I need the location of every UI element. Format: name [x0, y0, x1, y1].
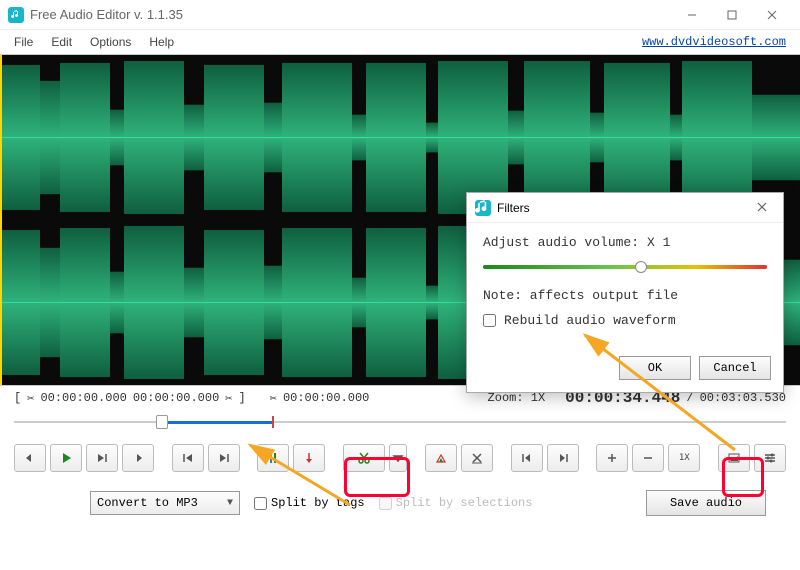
total-time: 00:03:03.530	[700, 391, 786, 405]
titlebar: Free Audio Editor v. 1.1.35	[0, 0, 800, 30]
seek-thumb[interactable]	[156, 415, 168, 429]
site-link[interactable]: www.dvdvideosoft.com	[642, 35, 786, 49]
menu-edit[interactable]: Edit	[43, 33, 80, 51]
delete-button[interactable]	[461, 444, 493, 472]
image-button[interactable]	[718, 444, 750, 472]
crop-button[interactable]	[425, 444, 457, 472]
filters-note: Note: affects output file	[483, 288, 678, 303]
play-selection-button[interactable]	[86, 444, 118, 472]
selection-end-bracket: ]	[239, 391, 246, 405]
selection-start-bracket: [	[14, 391, 21, 405]
menu-help[interactable]: Help	[141, 33, 182, 51]
scissors-icon: ✂	[270, 391, 277, 406]
skip-back-button[interactable]	[172, 444, 204, 472]
seek-slider[interactable]	[14, 412, 786, 432]
zoom-out-button[interactable]	[632, 444, 664, 472]
split-by-selections-input	[379, 497, 392, 510]
rewind-button[interactable]	[14, 444, 46, 472]
volume-label: Adjust audio volume:	[483, 235, 639, 250]
filters-cancel-button[interactable]: Cancel	[699, 356, 771, 380]
rebuild-waveform-checkbox[interactable]: Rebuild audio waveform	[483, 313, 767, 328]
cursor-time: 00:00:00.000	[283, 391, 369, 405]
play-button[interactable]	[50, 444, 82, 472]
menu-options[interactable]: Options	[82, 33, 139, 51]
zoom-in-button[interactable]	[596, 444, 628, 472]
menu-file[interactable]: File	[6, 33, 41, 51]
go-start-button[interactable]	[511, 444, 543, 472]
convert-format-select[interactable]: Convert to MP3 ▼	[90, 491, 240, 515]
cut-dropdown-button[interactable]	[389, 444, 407, 472]
close-button[interactable]	[752, 1, 792, 29]
minimize-button[interactable]	[672, 1, 712, 29]
zoom-label: Zoom: 1X	[488, 391, 546, 405]
playhead[interactable]	[0, 55, 2, 385]
convert-format-label: Convert to MP3	[97, 496, 198, 510]
maximize-button[interactable]	[712, 1, 752, 29]
filters-title: Filters	[497, 201, 530, 215]
skip-forward-button[interactable]	[208, 444, 240, 472]
go-end-button[interactable]	[547, 444, 579, 472]
scissors-icon: ✂	[225, 391, 232, 406]
menubar: File Edit Options Help www.dvdvideosoft.…	[0, 30, 800, 54]
time-separator: /	[686, 391, 693, 405]
app-icon	[475, 200, 491, 216]
volume-thumb[interactable]	[635, 261, 647, 273]
scissors-icon: ✂	[27, 391, 34, 406]
volume-value: X 1	[647, 235, 670, 250]
split-by-tags-input[interactable]	[254, 497, 267, 510]
chevron-down-icon: ▼	[227, 498, 233, 509]
volume-slider[interactable]	[483, 260, 767, 274]
pause-marker-button[interactable]	[257, 444, 289, 472]
save-audio-button[interactable]: Save audio	[646, 490, 766, 516]
selection-end-time: 00:00:00.000	[133, 391, 219, 405]
cut-button[interactable]	[343, 444, 385, 472]
split-by-selections-checkbox: Split by selections	[379, 496, 533, 510]
filters-button[interactable]	[754, 444, 786, 472]
app-title: Free Audio Editor v. 1.1.35	[30, 7, 183, 22]
selection-start-time: 00:00:00.000	[40, 391, 126, 405]
filters-ok-button[interactable]: OK	[619, 356, 691, 380]
app-icon	[8, 7, 24, 23]
filters-dialog: Filters Adjust audio volume: X 1 Note: a…	[466, 192, 784, 393]
zoom-reset-button[interactable]: 1X	[668, 444, 700, 472]
filters-header: Filters	[467, 193, 783, 223]
split-by-tags-checkbox[interactable]: Split by tags	[254, 496, 365, 510]
rebuild-waveform-input[interactable]	[483, 314, 496, 327]
bottom-row: Convert to MP3 ▼ Split by tags Split by …	[0, 476, 800, 526]
filters-close-button[interactable]	[749, 197, 775, 219]
toolbar: 1X	[0, 440, 800, 476]
forward-button[interactable]	[122, 444, 154, 472]
window-controls	[672, 1, 792, 29]
marker-down-button[interactable]	[293, 444, 325, 472]
